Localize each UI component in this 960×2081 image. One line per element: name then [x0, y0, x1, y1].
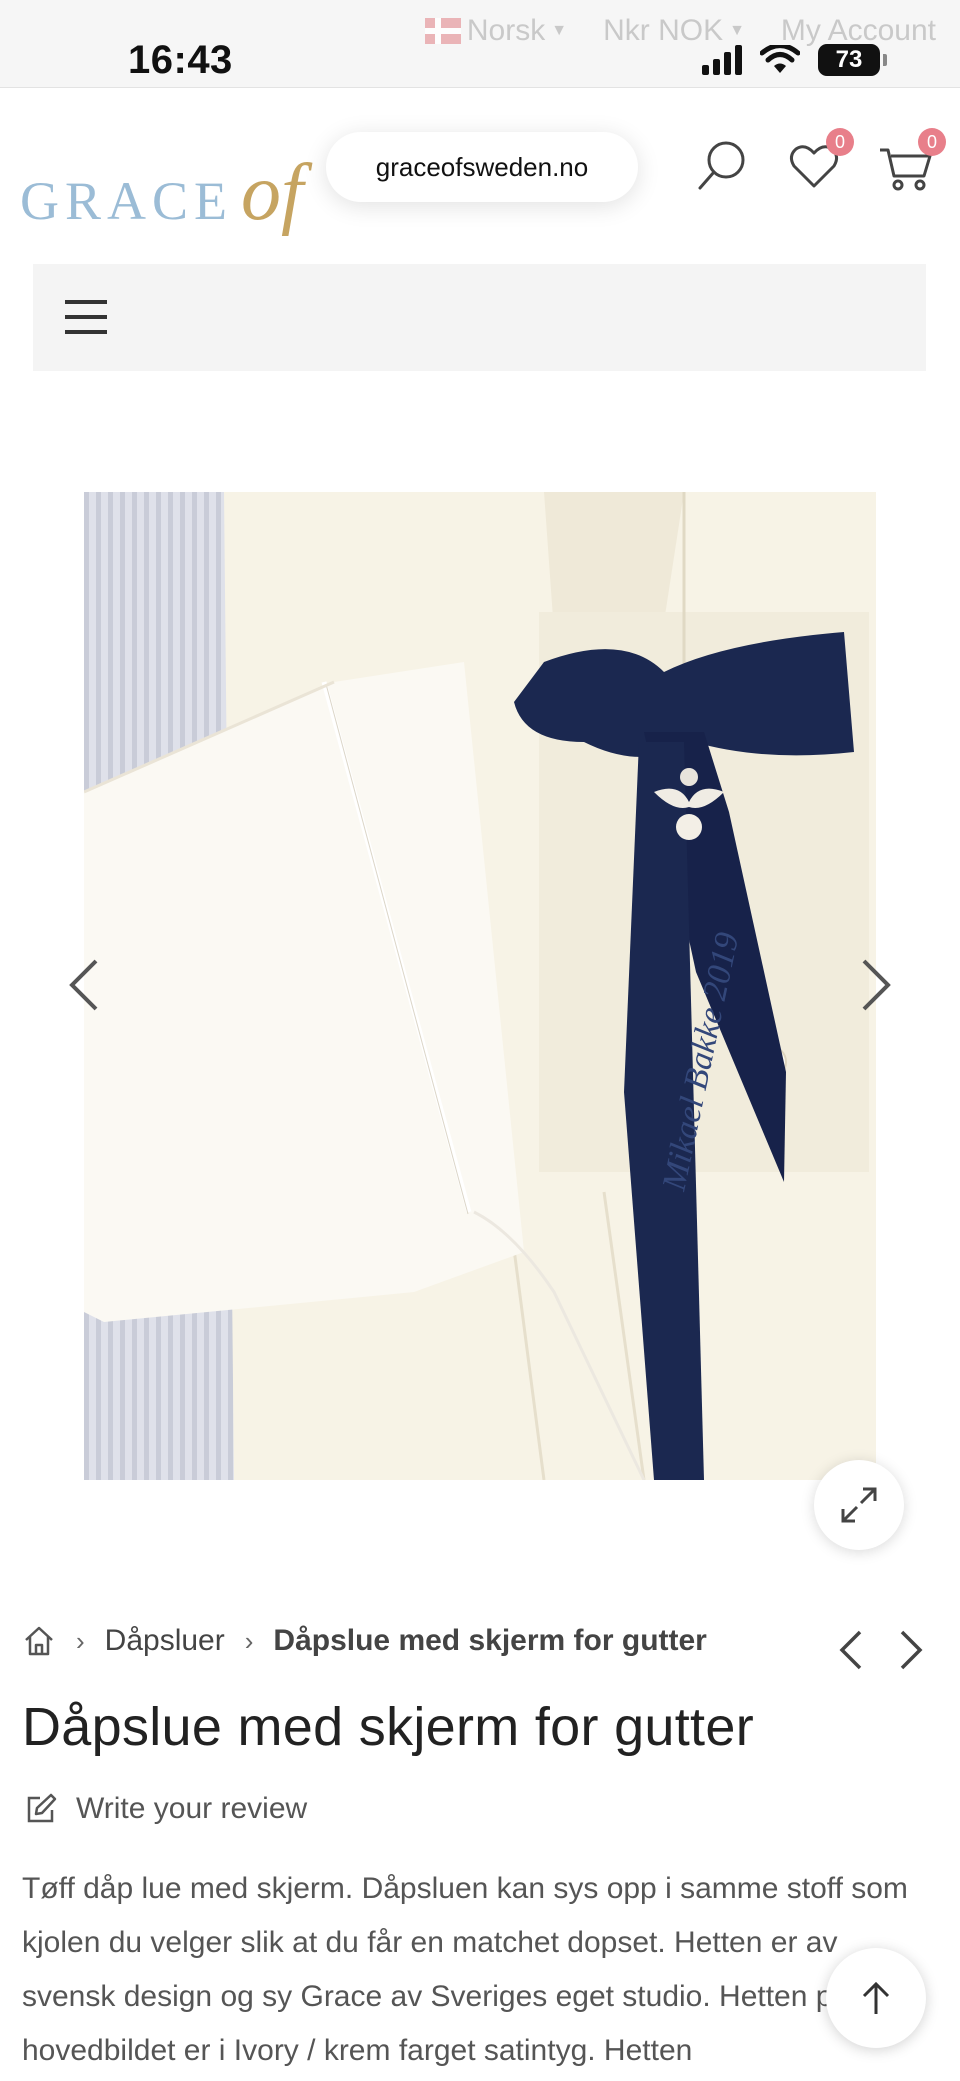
product-title: Dåpslue med skjerm for gutter [22, 1697, 754, 1757]
gallery-next-arrow[interactable] [856, 955, 896, 1029]
search-button[interactable] [694, 138, 750, 194]
next-product-button[interactable] [896, 1628, 926, 1682]
scroll-to-top-button[interactable] [826, 1948, 926, 2048]
currency-selector[interactable]: Nkr NOK ▼ [603, 14, 745, 48]
breadcrumb-separator-icon: › [244, 1625, 254, 1656]
product-photo-illustration: Mikael Bakke 2019 [84, 492, 876, 1480]
write-review-link[interactable]: Write your review [24, 1792, 307, 1826]
expand-image-button[interactable] [814, 1460, 904, 1550]
currency-label: Nkr NOK [603, 14, 724, 47]
chevron-left-icon [839, 1630, 862, 1670]
wishlist-button[interactable]: 0 [786, 128, 854, 194]
battery-indicator: 73 [818, 44, 887, 76]
cart-count-badge: 0 [918, 128, 946, 156]
home-icon[interactable] [22, 1624, 56, 1658]
chevron-right-icon [862, 959, 891, 1011]
expand-icon [841, 1487, 877, 1523]
chevron-right-icon [900, 1630, 923, 1670]
chevron-left-icon [69, 959, 98, 1011]
search-icon [698, 141, 745, 190]
browser-url-pill[interactable]: graceofsweden.no [326, 132, 638, 202]
my-account-link[interactable]: My Account [781, 14, 936, 48]
breadcrumb-separator-icon: › [76, 1625, 85, 1656]
logo-of: of [241, 149, 304, 237]
cellular-signal-icon [702, 45, 742, 75]
language-selector[interactable]: Norsk ▼ [424, 14, 568, 48]
menu-bar [33, 264, 926, 371]
hamburger-menu-icon[interactable] [65, 300, 107, 334]
header-icons: 0 0 [694, 128, 946, 194]
cart-button[interactable]: 0 [878, 128, 946, 194]
top-nav: Norsk ▼ Nkr NOK ▼ My Account [424, 14, 936, 48]
arrow-up-icon [862, 1981, 890, 2014]
gallery-prev-arrow[interactable] [64, 955, 104, 1029]
product-description: Tøff dåp lue med skjerm. Dåpsluen kan sy… [22, 1872, 908, 2067]
top-bar: Norsk ▼ Nkr NOK ▼ My Account 16:43 73 [0, 0, 960, 88]
wishlist-count-badge: 0 [826, 128, 854, 156]
chevron-down-icon: ▼ [729, 22, 745, 39]
breadcrumb: › Dåpsluer › Dåpslue med skjerm for gutt… [22, 1624, 707, 1658]
wifi-icon [760, 45, 800, 73]
status-icons: 73 [702, 44, 887, 76]
pencil-icon [27, 1793, 57, 1823]
write-review-label: Write your review [76, 1792, 308, 1825]
product-image[interactable]: Mikael Bakke 2019 [84, 492, 876, 1480]
language-label: Norsk [466, 14, 546, 47]
chevron-down-icon: ▼ [551, 22, 568, 39]
norway-flag-icon [424, 18, 461, 44]
breadcrumb-category-link[interactable]: Dåpsluer [105, 1624, 225, 1658]
site-logo[interactable]: GRACE of [20, 148, 311, 239]
prev-product-button[interactable] [836, 1628, 866, 1682]
status-time: 16:43 [128, 38, 233, 82]
breadcrumb-current: Dåpslue med skjerm for gutter [273, 1624, 707, 1657]
logo-grace: GRACE [20, 171, 234, 231]
